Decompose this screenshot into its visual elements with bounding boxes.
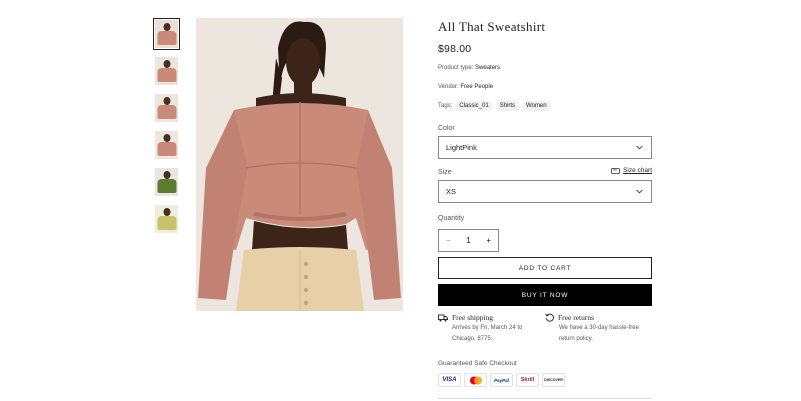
free-returns-info: Free returns We have a 30-day hassle-fre… xyxy=(545,312,652,345)
shipping-text: Arrives by Fri, March 24 to Chicago, 877… xyxy=(452,325,523,342)
thumbnail-model-head xyxy=(163,97,170,105)
color-label: Color xyxy=(438,125,455,132)
quantity-value[interactable]: 1 xyxy=(466,236,470,245)
product-thumbnail[interactable] xyxy=(153,92,180,124)
chevron-down-icon xyxy=(636,145,643,150)
product-thumbnail[interactable] xyxy=(153,55,180,87)
thumbnail-background xyxy=(155,205,178,233)
main-product-image xyxy=(196,18,403,311)
thumbnail-garment xyxy=(157,31,176,45)
returns-title: Free returns xyxy=(558,313,595,322)
quantity-decrease-button[interactable]: − xyxy=(446,236,451,245)
product-type-value: Sweaters xyxy=(475,65,501,71)
tag[interactable]: Women xyxy=(522,101,551,111)
thumbnail-model-head xyxy=(163,134,170,142)
vendor-label: Vendor: xyxy=(438,84,459,90)
product-thumbnail[interactable] xyxy=(153,129,180,161)
quantity-label: Quantity xyxy=(438,215,465,222)
thumbnail-background xyxy=(155,20,178,48)
tag[interactable]: Classic_01 xyxy=(455,101,493,111)
divider xyxy=(438,398,652,399)
visa-label: VISA xyxy=(442,377,457,383)
ruler-icon xyxy=(611,167,620,174)
returns-text: We have a 30-day hassle-free return poli… xyxy=(559,325,639,342)
payment-methods: VISA PayPal Skrill DISCOVER xyxy=(438,373,565,387)
size-select[interactable]: XS xyxy=(438,180,652,203)
tags-label: Tags: xyxy=(438,103,453,109)
product-thumbnail[interactable] xyxy=(153,18,180,50)
thumbnail-model-head xyxy=(163,23,170,31)
paypal-label: PayPal xyxy=(494,377,509,383)
secure-checkout-label: Guaranteed Safe Checkout xyxy=(438,360,517,367)
product-type: Product type: Sweaters xyxy=(438,65,500,71)
truck-icon xyxy=(438,314,448,321)
thumbnail-garment xyxy=(157,68,176,82)
color-select[interactable]: LightPink xyxy=(438,136,652,159)
thumbnail-background xyxy=(155,168,178,196)
product-thumbnail[interactable] xyxy=(153,203,180,235)
thumbnail-background xyxy=(155,57,178,85)
paypal-icon: PayPal xyxy=(490,373,513,387)
skrill-label: Skrill xyxy=(520,377,535,383)
free-shipping-info: Free shipping Arrives by Fri, March 24 t… xyxy=(438,312,542,345)
chevron-down-icon xyxy=(636,189,643,194)
size-select-value: XS xyxy=(446,187,457,196)
thumbnail-model-head xyxy=(163,171,170,179)
mastercard-icon xyxy=(464,373,487,387)
buy-now-button[interactable]: BUY IT NOW xyxy=(438,284,652,306)
skrill-icon: Skrill xyxy=(516,373,539,387)
thumbnail-garment xyxy=(157,105,176,119)
thumbnail-list xyxy=(153,18,181,240)
product-thumbnail[interactable] xyxy=(153,166,180,198)
thumbnail-garment xyxy=(157,142,176,156)
quantity-stepper: − 1 + xyxy=(438,229,499,252)
product-title: All That Sweatshirt xyxy=(438,19,546,34)
size-label: Size xyxy=(438,169,452,176)
thumbnail-background xyxy=(155,131,178,159)
size-chart-label: Size chart xyxy=(623,167,652,174)
thumbnail-model-head xyxy=(163,60,170,68)
thumbnail-model-head xyxy=(163,208,170,216)
thumbnail-garment xyxy=(157,179,176,193)
vendor-value: Free People xyxy=(460,84,494,90)
thumbnail-garment xyxy=(157,216,176,230)
product-price: $98.00 xyxy=(438,43,472,55)
visa-icon: VISA xyxy=(438,373,461,387)
discover-label: DISCOVER xyxy=(544,378,563,382)
return-icon xyxy=(545,313,554,322)
quantity-increase-button[interactable]: + xyxy=(486,236,491,245)
shipping-title: Free shipping xyxy=(452,313,494,322)
add-to-cart-button[interactable]: ADD TO CART xyxy=(438,257,652,279)
product-type-label: Product type: xyxy=(438,65,474,71)
product-info: All That Sweatshirt $98.00 Product type:… xyxy=(438,18,652,399)
thumbnail-background xyxy=(155,94,178,122)
color-select-value: LightPink xyxy=(446,143,477,152)
size-chart-link[interactable]: Size chart xyxy=(611,167,652,174)
product-tags: Tags: Classic_01 Shirts Women xyxy=(438,101,551,111)
product-vendor: Vendor: Free People xyxy=(438,84,493,90)
discover-icon: DISCOVER xyxy=(542,373,565,387)
tag[interactable]: Shirts xyxy=(495,101,520,111)
